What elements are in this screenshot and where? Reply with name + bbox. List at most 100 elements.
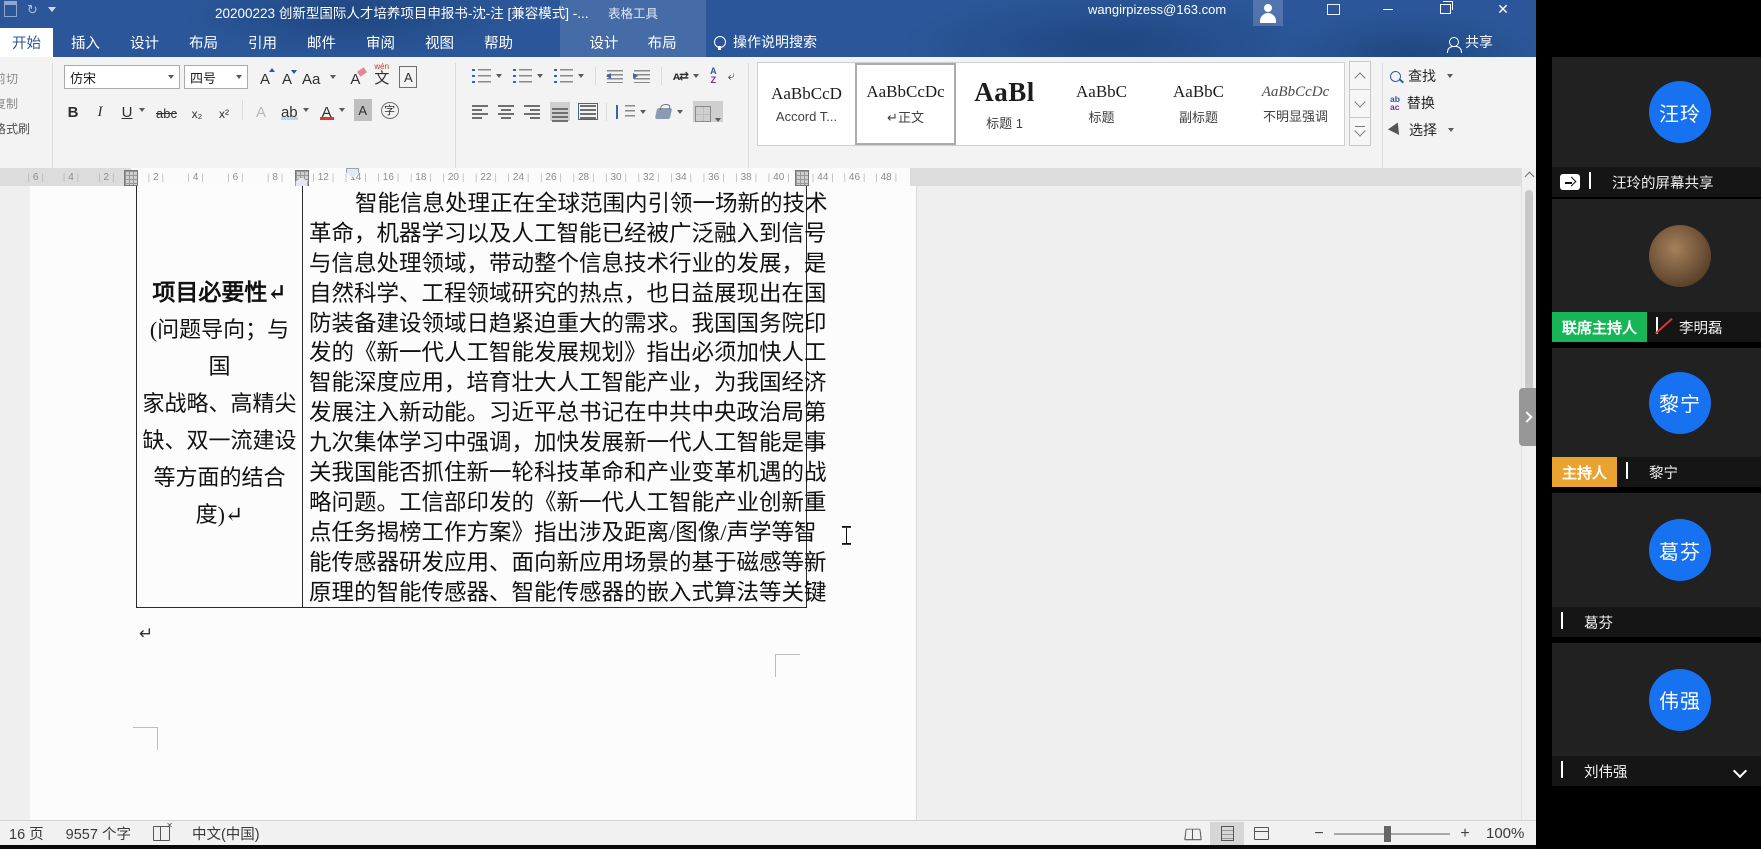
underline-button[interactable]: U (118, 99, 136, 121)
decrease-indent-icon[interactable] (607, 70, 623, 83)
zoom-slider[interactable] (1334, 833, 1450, 835)
zoom-slider-thumb[interactable] (1384, 826, 1391, 842)
superscript-button[interactable]: x² (215, 99, 233, 121)
shrink-font-button[interactable]: A (278, 66, 296, 88)
distribute-icon[interactable] (580, 105, 596, 118)
chevron-down-icon[interactable] (1733, 764, 1747, 778)
redo-icon[interactable]: ↻ (27, 3, 38, 16)
sort-button[interactable]: AZ (710, 67, 717, 85)
justify-button[interactable] (550, 102, 570, 121)
save-icon[interactable] (4, 1, 17, 17)
change-case-button[interactable]: Aa (300, 66, 322, 88)
align-center-icon[interactable] (498, 105, 514, 118)
line-spacing-icon[interactable] (625, 105, 635, 119)
style-card[interactable]: AaBbCcDc ↵正文 (855, 63, 956, 145)
style-card[interactable]: AaBbC 标题 (1053, 63, 1150, 145)
mic-icon[interactable] (1656, 317, 1671, 337)
phonetic-guide-button[interactable]: wén文 (372, 66, 391, 88)
show-marks-button[interactable]: ⤶ (728, 68, 735, 84)
subscript-button[interactable]: x₂ (188, 99, 206, 121)
tell-me-search[interactable]: 操作说明搜索 (714, 32, 817, 52)
panel-collapse-handle[interactable] (1519, 388, 1536, 446)
page-count[interactable]: 16 页 (9, 823, 44, 844)
find-button[interactable]: 查找 (1390, 66, 1454, 86)
maximize-button[interactable] (1430, 0, 1460, 18)
ribbon-tab[interactable]: 插入 (59, 28, 112, 57)
account-email[interactable]: wangirpizess@163.com (1088, 2, 1226, 17)
shading-icon[interactable] (655, 108, 672, 119)
print-layout-button[interactable] (1210, 822, 1244, 845)
chevron-down-icon[interactable] (677, 110, 683, 114)
contextual-ribbon-tab[interactable]: 设计 (589, 32, 618, 53)
vertical-scrollbar[interactable] (1521, 168, 1537, 820)
ribbon-tab[interactable]: 设计 (118, 28, 171, 57)
horizontal-ruler[interactable]: 642 2468 121416182022242628303234363840 … (0, 168, 1521, 186)
replace-button[interactable]: abac 替换 (1390, 93, 1454, 113)
bold-button[interactable]: B (64, 99, 82, 121)
scrollbar-thumb[interactable] (1525, 190, 1533, 390)
mic-icon[interactable] (1589, 172, 1604, 192)
styles-scroll-down[interactable] (1349, 89, 1371, 118)
font-name-combo[interactable]: 仿宋 (64, 65, 180, 89)
close-button[interactable]: ✕ (1488, 0, 1518, 18)
word-count[interactable]: 9557 个字 (66, 823, 131, 844)
share-button[interactable]: 共享 (1449, 32, 1493, 52)
enclose-characters-button[interactable]: 字 (381, 102, 399, 119)
mic-icon[interactable] (1626, 462, 1641, 482)
increase-indent-icon[interactable] (634, 70, 650, 83)
borders-button[interactable] (693, 101, 723, 122)
multilevel-list-icon[interactable] (560, 69, 573, 83)
styles-scroll-up[interactable] (1349, 61, 1371, 90)
table-column-marker[interactable] (124, 170, 138, 186)
asian-layout-button[interactable]: ᴀ⇄ (673, 69, 688, 83)
zoom-level[interactable]: 100% (1486, 825, 1524, 842)
table-column-marker[interactable] (795, 170, 809, 186)
participant-tile[interactable]: 汪玲 汪玲的屏幕共享 (1552, 57, 1761, 197)
zoom-in-button[interactable]: + (1458, 825, 1472, 843)
chevron-down-icon[interactable] (693, 74, 699, 78)
chevron-down-icon[interactable] (640, 110, 646, 114)
highlight-button[interactable]: ab (279, 99, 300, 121)
scroll-up-icon[interactable] (1525, 172, 1535, 182)
numbering-icon[interactable] (519, 69, 532, 83)
table-cell-label[interactable]: 项目必要性↵ (问题导向；与国家战略、高精尖缺、双一流建设等方面的结合度)↵ (139, 274, 300, 533)
language-indicator[interactable]: 中文(中国) (192, 823, 260, 844)
font-color-button[interactable]: A (318, 99, 336, 121)
chevron-down-icon[interactable] (537, 74, 543, 78)
web-layout-button[interactable] (1244, 822, 1278, 845)
ribbon-tab[interactable]: 邮件 (295, 28, 348, 57)
document-area[interactable]: 项目必要性↵ (问题导向；与国家战略、高精尖缺、双一流建设等方面的结合度)↵ 智… (0, 186, 1521, 820)
ribbon-tab[interactable]: 视图 (413, 28, 466, 57)
participant-tile[interactable]: 伟强 刘伟强 (1552, 643, 1761, 786)
strikethrough-button[interactable]: abc (154, 99, 179, 121)
zoom-out-button[interactable]: − (1312, 825, 1326, 843)
chevron-down-icon[interactable] (330, 75, 336, 79)
mic-icon[interactable] (1561, 612, 1576, 632)
ribbon-tab[interactable]: 布局 (177, 28, 230, 57)
ribbon-tab[interactable]: 审阅 (354, 28, 407, 57)
read-mode-button[interactable] (1176, 822, 1210, 845)
bullets-icon[interactable] (478, 69, 491, 83)
character-shading-button[interactable]: A (354, 99, 372, 121)
align-left-icon[interactable] (472, 105, 488, 118)
ribbon-tab[interactable]: 帮助 (472, 28, 525, 57)
chevron-down-icon[interactable] (578, 74, 584, 78)
chevron-down-icon[interactable] (496, 74, 502, 78)
clear-formatting-button[interactable]: A (346, 66, 364, 88)
mic-icon[interactable] (1561, 761, 1576, 781)
participant-tile[interactable]: 葛芬 葛芬 (1552, 493, 1761, 637)
grow-font-button[interactable]: A (256, 66, 274, 88)
ribbon-tab[interactable]: 引用 (236, 28, 289, 57)
format-painter-button[interactable]: 格式刷 (0, 120, 46, 137)
font-size-combo[interactable]: 四号 (184, 65, 248, 89)
copy-button[interactable]: 复制 (0, 95, 46, 112)
ribbon-tab[interactable]: 开始 (0, 28, 53, 57)
ribbon-display-options-button[interactable] (1318, 0, 1348, 18)
table-cell-body[interactable]: 智能信息处理正在全球范围内引领一场新的技术革命，机器学习以及人工智能已经被广泛融… (309, 189, 798, 607)
text-effects-button[interactable]: A (252, 99, 270, 121)
cut-button[interactable]: 剪切 (0, 70, 46, 87)
contextual-ribbon-tab[interactable]: 布局 (648, 32, 677, 53)
chevron-down-icon[interactable] (139, 108, 145, 112)
align-right-icon[interactable] (524, 105, 540, 118)
styles-gallery-more[interactable] (1349, 117, 1371, 146)
